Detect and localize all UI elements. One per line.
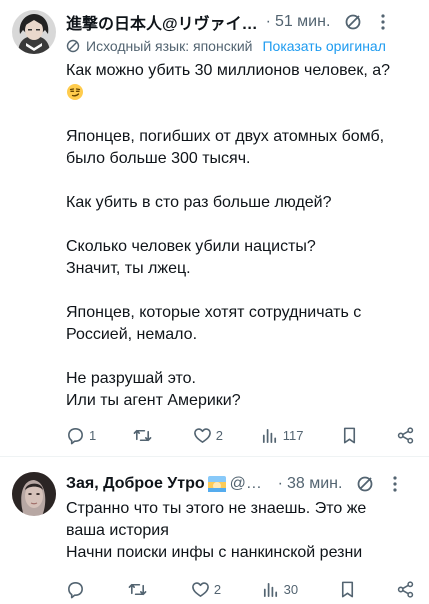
views-chart-icon	[262, 428, 276, 443]
retweet-icon	[133, 429, 152, 441]
text-line: Сколько человек убили нацисты?	[66, 238, 316, 255]
globe-slash-icon	[66, 39, 80, 53]
bookmark-button[interactable]	[340, 426, 359, 445]
heart-icon	[191, 581, 209, 597]
action-bar: 1 2 117	[66, 420, 417, 450]
text-line: Начни поиски инфы с нанкинской резни	[66, 544, 363, 561]
sunrise-emoji-icon	[207, 476, 226, 492]
retweet-icon	[129, 583, 147, 595]
timestamp[interactable]: 51 мин.	[275, 13, 330, 31]
timestamp[interactable]: 38 мин.	[287, 475, 342, 493]
display-name[interactable]: Зая, Доброе Утро	[66, 475, 205, 493]
show-original-link[interactable]: Показать оригинал	[262, 38, 385, 54]
tweet-2[interactable]: Зая, Доброе Утро @R… · 38 мин. Странно ч…	[0, 462, 429, 604]
tweet-text: Как можно убить 30 миллионов человек, а?…	[66, 60, 417, 412]
paragraph: Как убить в сто раз больше людей?	[66, 192, 417, 214]
more-vertical-icon[interactable]	[376, 13, 390, 31]
text-line: Или ты агент Америки?	[66, 392, 241, 409]
like-count: 2	[213, 581, 222, 597]
text-line: Странно что ты этого не знаешь. Это же	[66, 500, 367, 517]
paragraph: Сколько человек убили нацисты? Значит, т…	[66, 236, 417, 280]
text-line: ваша история	[66, 522, 169, 539]
text-line: Как убить в сто раз больше людей?	[66, 194, 332, 211]
translated-language-label: Исходный язык: японский	[86, 38, 253, 54]
views-count: 117	[282, 427, 304, 443]
slash-circle-icon[interactable]	[356, 475, 374, 493]
slash-circle-icon[interactable]	[344, 13, 362, 31]
share-button[interactable]	[396, 426, 415, 445]
retweet-button[interactable]	[133, 426, 156, 445]
reply-icon	[68, 581, 83, 598]
views-button[interactable]: 117	[260, 426, 304, 445]
like-button[interactable]: 2	[193, 426, 223, 445]
share-icon	[397, 580, 414, 598]
bookmark-button[interactable]	[338, 580, 357, 599]
text-line: Японцев, погибших от двух атомных бомб,	[66, 128, 385, 145]
avatar[interactable]	[12, 472, 56, 516]
share-button[interactable]	[396, 580, 415, 599]
text-line: Как можно убить 30 миллионов человек, а?	[66, 62, 391, 79]
bookmark-icon	[341, 581, 353, 597]
reply-count: 1	[89, 427, 97, 443]
share-icon	[397, 426, 414, 444]
emoji-line	[66, 82, 417, 104]
avatar[interactable]	[12, 10, 56, 54]
paragraph: Японцев, погибших от двух атомных бомб, …	[66, 126, 417, 170]
paragraph: Не разрушай это. Или ты агент Америки?	[66, 368, 417, 412]
like-button[interactable]: 2	[191, 580, 221, 599]
reply-button[interactable]: 1	[66, 426, 96, 445]
views-button[interactable]: 30	[261, 580, 298, 599]
more-vertical-icon[interactable]	[388, 475, 402, 493]
tweet-1[interactable]: 進撃の日本人@リヴァイ… · 51 мин. Исходный язык: яп…	[0, 0, 429, 450]
like-count: 2	[215, 427, 223, 443]
translation-notice: Исходный язык: японский Показать оригина…	[66, 36, 417, 56]
paragraph: Странно что ты этого не знаешь. Это же в…	[66, 498, 417, 564]
display-name[interactable]: 進撃の日本人@リヴァイ…	[66, 10, 258, 34]
text-line: Россией, немало.	[66, 326, 198, 343]
views-count: 30	[283, 581, 299, 597]
paragraph: Как можно убить 30 миллионов человек, а?	[66, 60, 417, 104]
smirk-emoji-icon	[67, 84, 83, 100]
tweet-divider	[0, 456, 429, 457]
text-line: Японцев, которые хотят сотрудничать с	[66, 304, 362, 321]
reply-icon	[68, 427, 83, 444]
paragraph: Японцев, которые хотят сотрудничать с Ро…	[66, 302, 417, 346]
text-line: Значит, ты лжец.	[66, 260, 191, 277]
text-line: было больше 300 тысяч.	[66, 150, 251, 167]
views-chart-icon	[263, 582, 277, 597]
reply-button[interactable]	[66, 580, 89, 599]
separator-dot: ·	[277, 475, 283, 492]
separator-dot: ·	[265, 13, 271, 30]
bookmark-icon	[344, 427, 356, 443]
heart-icon	[193, 427, 211, 443]
tweet-text: Странно что ты этого не знаешь. Это же в…	[66, 498, 417, 564]
text-line: Не разрушай это.	[66, 370, 196, 387]
user-handle[interactable]: @R…	[230, 475, 270, 493]
retweet-button[interactable]	[128, 580, 151, 599]
